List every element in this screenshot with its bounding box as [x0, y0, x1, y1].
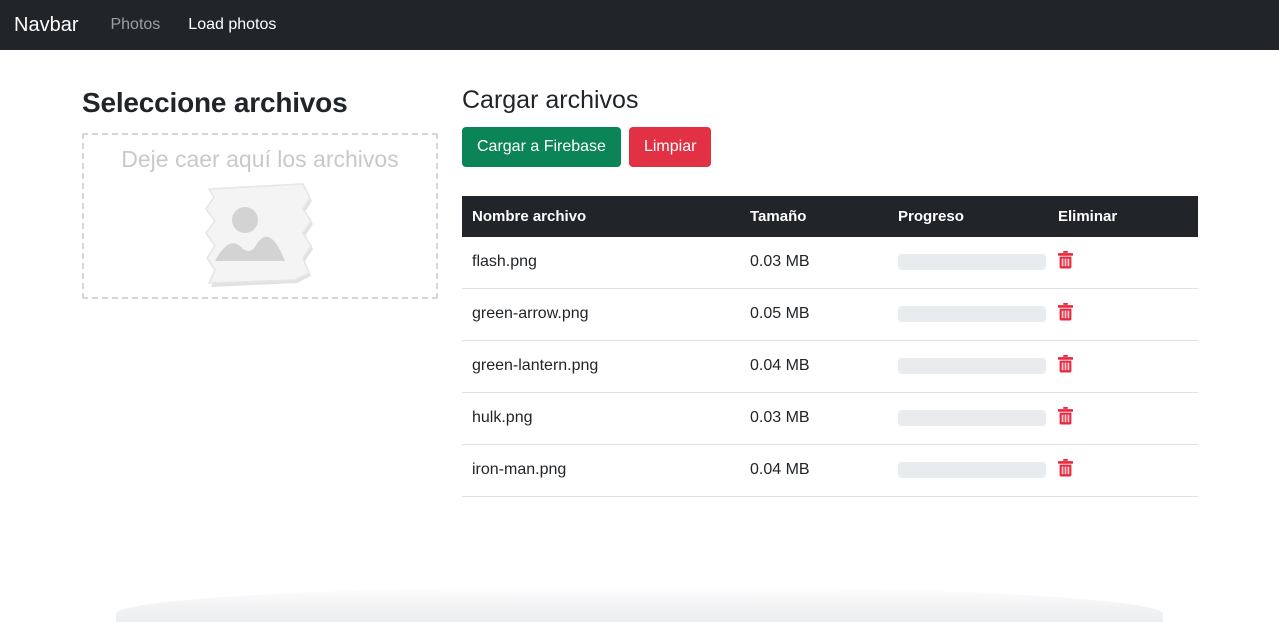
- cell-delete: [1048, 444, 1198, 497]
- select-files-title: Seleccione archivos: [82, 87, 348, 118]
- cell-progress: [888, 288, 1048, 341]
- table-row: iron-man.png 0.04 MB: [462, 444, 1198, 497]
- cell-file-size: 0.04 MB: [740, 444, 888, 497]
- cell-progress: [888, 444, 1048, 497]
- cell-file-name: green-lantern.png: [462, 340, 740, 393]
- cell-progress: [888, 392, 1048, 445]
- column-header-size: Tamaño: [740, 195, 888, 237]
- page-bottom-shadow: [116, 586, 1163, 622]
- trash-icon: [1058, 458, 1073, 477]
- select-files-panel: Seleccione archivos Deje caer aquí los a…: [82, 50, 460, 497]
- upload-files-panel: Cargar archivos Cargar a Firebase Limpia…: [460, 50, 1198, 497]
- cell-progress: [888, 236, 1048, 289]
- cell-progress: [888, 340, 1048, 393]
- column-header-progress: Progreso: [888, 195, 1048, 237]
- progress-bar: [898, 462, 1046, 479]
- upload-to-firebase-button[interactable]: Cargar a Firebase: [462, 126, 621, 167]
- table-row: hulk.png 0.03 MB: [462, 392, 1198, 445]
- files-table: Nombre archivo Tamaño Progreso Eliminar …: [462, 195, 1198, 497]
- cell-delete: [1048, 288, 1198, 341]
- action-buttons: Cargar a Firebase Limpiar: [462, 126, 1198, 167]
- delete-file-button[interactable]: [1058, 302, 1073, 321]
- delete-file-button[interactable]: [1058, 458, 1073, 477]
- top-navbar: Navbar Photos Load photos: [0, 0, 1279, 50]
- trash-icon: [1058, 406, 1073, 425]
- delete-file-button[interactable]: [1058, 250, 1073, 269]
- navbar-brand[interactable]: Navbar: [14, 11, 78, 39]
- column-header-name: Nombre archivo: [462, 195, 740, 237]
- trash-icon: [1058, 354, 1073, 373]
- table-row: green-lantern.png 0.04 MB: [462, 340, 1198, 393]
- progress-bar: [898, 254, 1046, 271]
- clear-button[interactable]: Limpiar: [628, 126, 712, 167]
- progress-bar: [898, 410, 1046, 427]
- cell-delete: [1048, 236, 1198, 289]
- nav-link-photos[interactable]: Photos: [96, 9, 174, 41]
- table-header-row: Nombre archivo Tamaño Progreso Eliminar: [462, 195, 1198, 237]
- progress-bar: [898, 306, 1046, 323]
- files-table-body: flash.png 0.03 MB green-arrow.png 0.05 MB gr…: [462, 236, 1198, 497]
- cell-file-name: iron-man.png: [462, 444, 740, 497]
- page-body: Seleccione archivos Deje caer aquí los a…: [0, 50, 1279, 622]
- navbar-links: Photos Load photos: [96, 9, 290, 41]
- upload-files-title: Cargar archivos: [462, 86, 639, 114]
- progress-bar: [898, 358, 1046, 375]
- file-dropzone[interactable]: Deje caer aquí los archivos: [82, 132, 438, 299]
- trash-icon: [1058, 302, 1073, 321]
- image-placeholder-icon: [197, 179, 323, 297]
- files-table-header: Nombre archivo Tamaño Progreso Eliminar: [462, 195, 1198, 237]
- cell-file-size: 0.04 MB: [740, 340, 888, 393]
- cell-delete: [1048, 392, 1198, 445]
- cell-file-size: 0.03 MB: [740, 236, 888, 289]
- delete-file-button[interactable]: [1058, 354, 1073, 373]
- cell-file-name: green-arrow.png: [462, 288, 740, 341]
- cell-file-name: flash.png: [462, 236, 740, 289]
- table-row: green-arrow.png 0.05 MB: [462, 288, 1198, 341]
- cell-file-name: hulk.png: [462, 392, 740, 445]
- cell-file-size: 0.05 MB: [740, 288, 888, 341]
- delete-file-button[interactable]: [1058, 406, 1073, 425]
- cell-delete: [1048, 340, 1198, 393]
- dropzone-label: Deje caer aquí los archivos: [121, 145, 399, 172]
- nav-link-load-photos[interactable]: Load photos: [174, 9, 290, 41]
- column-header-delete: Eliminar: [1048, 195, 1198, 237]
- cell-file-size: 0.03 MB: [740, 392, 888, 445]
- trash-icon: [1058, 250, 1073, 269]
- table-row: flash.png 0.03 MB: [462, 236, 1198, 289]
- content-container: Seleccione archivos Deje caer aquí los a…: [82, 50, 1198, 497]
